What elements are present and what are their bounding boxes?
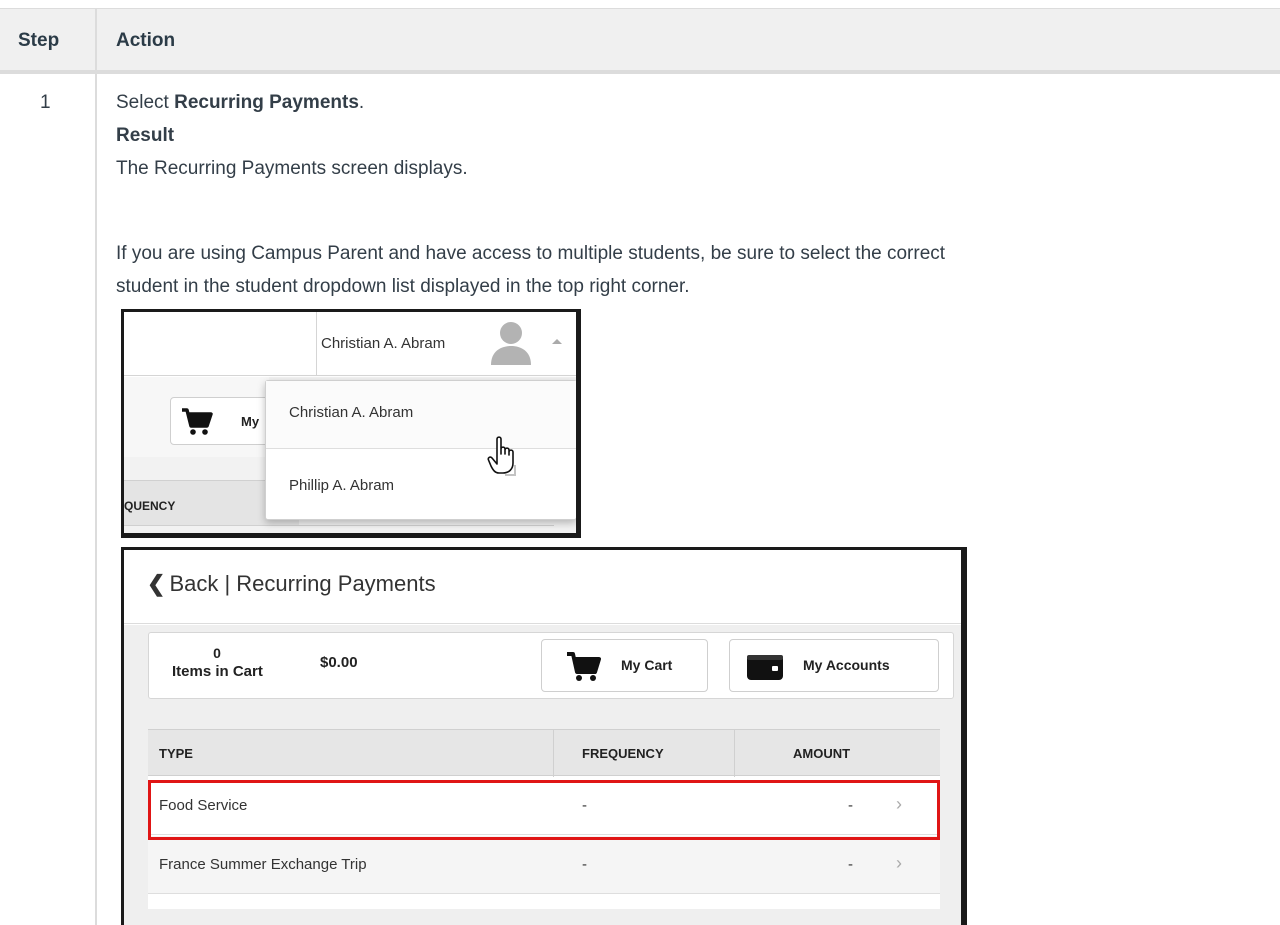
header-divider [0,70,1280,74]
column-divider [553,730,554,777]
note-line-1: If you are using Campus Parent and have … [116,243,946,264]
highlight-box [148,780,940,840]
cart-total: $0.00 [320,654,358,671]
step-number: 1 [40,92,51,113]
cart-summary-bar: 0 Items in Cart $0.00 My Cart My Account… [148,632,954,699]
my-cart-button[interactable]: My Cart [541,639,708,692]
result-text: The Recurring Payments screen displays. [116,158,468,179]
hand-cursor-icon [487,436,516,476]
page-header: ❮ Back | Recurring Payments [124,550,961,624]
frequency-column-header: FREQUENCY [582,746,664,761]
note-line-2: student in the student dropdown list dis… [116,276,690,297]
back-link[interactable]: ❮ Back | Recurring Payments [147,571,436,597]
dropdown-option-christian[interactable]: Christian A. Abram [266,381,576,449]
instructions-table: Step Action 1 Select Recurring Payments.… [0,0,1280,925]
my-cart-button[interactable]: My [170,397,280,445]
step-column-header: Step [18,30,60,51]
column-divider [95,8,97,925]
chevron-right-icon: › [896,853,902,873]
cart-icon [182,408,213,435]
select-suffix: . [358,92,365,113]
option-label: Christian A. Abram [289,404,414,421]
back-label: Back | Recurring Payments [169,571,436,596]
amount-cell: - [848,856,853,873]
avatar-icon[interactable] [489,319,533,367]
amount-column-header: AMOUNT [793,746,851,761]
items-in-cart-label: Items in Cart [172,663,263,680]
recurring-payments-screenshot: ❮ Back | Recurring Payments 0 Items in Ca… [121,547,967,925]
student-dropdown-menu: Christian A. Abram Phillip A. Abram [265,380,576,520]
my-accounts-button[interactable]: My Accounts [729,639,939,692]
type-column-header: TYPE [159,746,193,761]
my-accounts-label: My Accounts [803,657,890,673]
select-prefix: Select [116,92,175,113]
frequency-cell: - [582,856,587,873]
type-cell: France Summer Exchange Trip [159,856,367,873]
select-instruction: Select Recurring Payments. [116,92,364,114]
table-header: TYPE FREQUENCY AMOUNT [148,729,940,777]
table-row[interactable]: France Summer Exchange Trip - - › [148,836,940,894]
current-student-name[interactable]: Christian A. Abram [321,335,445,352]
result-label: Result [116,125,175,146]
column-divider [734,730,735,777]
divider [124,525,554,526]
frequency-column-header: QUENCY [124,499,176,513]
option-label: Phillip A. Abram [289,477,395,494]
student-dropdown-screenshot: My QUENCY Christian A. Abram Christian A… [121,309,581,538]
select-target: Recurring Payments [174,92,359,113]
table-header-row [0,8,1280,74]
top-bar-divider [316,312,317,376]
cart-icon [567,652,601,681]
wallet-icon [747,655,783,680]
my-cart-label: My [241,414,260,429]
dropdown-option-phillip[interactable]: Phillip A. Abram [266,450,576,520]
action-column-header: Action [116,30,176,51]
my-cart-label: My Cart [621,657,673,673]
chevron-left-icon: ❮ [147,571,166,596]
cart-item-count: 0 [213,645,221,661]
chevron-up-icon[interactable] [552,339,562,344]
